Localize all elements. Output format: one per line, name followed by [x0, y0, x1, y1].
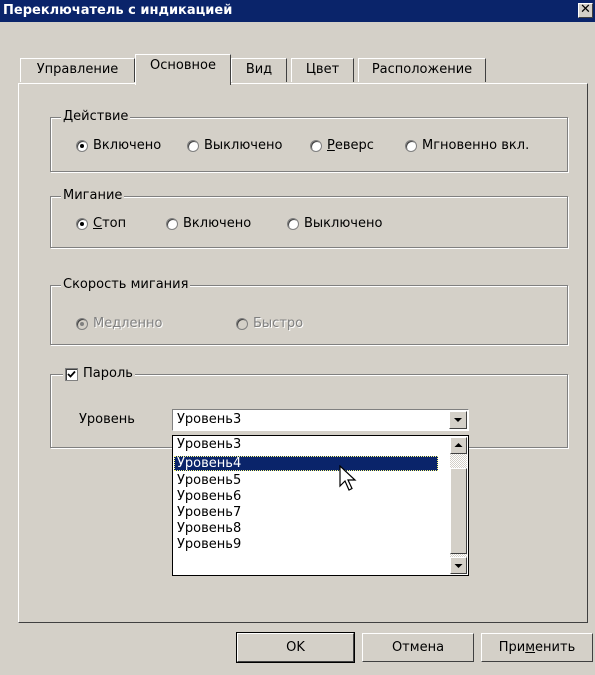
list-item-highlighted[interactable]: Уровень4 — [174, 456, 438, 471]
checkmark-icon — [67, 370, 76, 378]
radio-label: Медленно — [93, 316, 163, 331]
scroll-up-button[interactable] — [450, 437, 467, 454]
apply-label-rest: енить — [535, 640, 576, 655]
radio-button — [76, 317, 88, 330]
dialog-window: Переключатель с индикацией ✕ Управление … — [0, 0, 595, 675]
checkbox[interactable] — [65, 367, 78, 381]
chevron-down-icon — [454, 564, 463, 568]
level-label: Уровень — [79, 412, 135, 427]
dropdown-arrow-button[interactable] — [449, 411, 467, 429]
radio-label: Выключено — [304, 216, 383, 231]
title-bar[interactable]: Переключатель с индикацией ✕ — [0, 0, 595, 22]
radio-button[interactable] — [187, 139, 199, 152]
list-item[interactable]: Уровень8 — [174, 521, 241, 536]
close-icon[interactable]: ✕ — [578, 3, 593, 18]
radio-button[interactable] — [310, 139, 322, 152]
level-dropdown-list[interactable]: Уровень3 Уровень4 Уровень5 Уровень6 Уров… — [172, 435, 469, 576]
apply-button[interactable]: Применить — [481, 633, 593, 662]
radio-label: Быстро — [253, 316, 304, 331]
radio-action-momentary[interactable]: Мгновенно вкл. — [405, 138, 529, 153]
group-legend: Действие — [61, 109, 131, 125]
radio-blink-off[interactable]: Выключено — [287, 216, 382, 231]
cancel-button[interactable]: Отмена — [362, 633, 474, 662]
radio-action-off[interactable]: Выключено — [187, 138, 282, 153]
tab-view[interactable]: Вид — [231, 58, 287, 82]
checkbox-label: Пароль — [83, 366, 133, 381]
chevron-up-icon — [454, 443, 463, 447]
radio-button — [236, 317, 248, 330]
chevron-down-icon — [454, 418, 462, 422]
radio-label: Реверс — [327, 138, 374, 153]
radio-button[interactable] — [76, 139, 88, 152]
tab-main[interactable]: Основное — [135, 54, 231, 85]
group-legend: Мигание — [61, 188, 125, 204]
radio-speed-fast: Быстро — [236, 316, 303, 331]
window-title: Переключатель с индикацией — [3, 3, 233, 18]
tab-color[interactable]: Цвет — [291, 58, 354, 82]
level-select-value: Уровень3 — [177, 412, 242, 427]
list-item[interactable]: Уровень7 — [174, 505, 241, 520]
radio-label: Включено — [183, 216, 252, 231]
radio-speed-slow: Медленно — [76, 316, 162, 331]
radio-button[interactable] — [166, 217, 178, 230]
apply-label-mnemonic: м — [525, 640, 536, 655]
radio-button[interactable] — [287, 217, 299, 230]
tab-label: Основное — [150, 58, 216, 73]
list-item[interactable]: Уровень9 — [174, 537, 241, 552]
radio-action-reverse[interactable]: Реверс — [310, 138, 374, 153]
radio-blink-stop[interactable]: Стоп — [76, 216, 126, 231]
mouse-cursor-icon — [339, 465, 357, 491]
radio-blink-on[interactable]: Включено — [166, 216, 251, 231]
list-item[interactable]: Уровень3 — [174, 437, 241, 452]
tab-position[interactable]: Расположение — [358, 58, 486, 82]
tab-label: Вид — [245, 62, 273, 77]
vertical-scrollbar[interactable] — [450, 437, 467, 574]
tab-label: Расположение — [371, 62, 473, 77]
ok-button[interactable]: OK — [236, 632, 355, 663]
scroll-down-button[interactable] — [450, 557, 467, 574]
list-item[interactable]: Уровень5 — [174, 473, 241, 488]
password-checkbox[interactable]: Пароль — [63, 366, 135, 382]
apply-label: При — [498, 640, 526, 655]
tab-label: Управление — [36, 62, 119, 77]
radio-label: Стоп — [93, 216, 127, 231]
level-select[interactable]: Уровень3 — [172, 409, 469, 431]
blink-speed-group: Скорость мигания — [50, 277, 568, 345]
group-legend: Скорость мигания — [61, 277, 191, 293]
radio-button[interactable] — [76, 217, 88, 230]
radio-label: Включено — [93, 138, 162, 153]
radio-button[interactable] — [405, 139, 417, 152]
tab-control[interactable]: Управление — [20, 58, 135, 82]
tab-label: Цвет — [305, 62, 340, 77]
list-item[interactable]: Уровень6 — [174, 489, 241, 504]
radio-action-on[interactable]: Включено — [76, 138, 161, 153]
radio-label: Выключено — [204, 138, 283, 153]
scroll-thumb[interactable] — [450, 468, 467, 554]
radio-label: Мгновенно вкл. — [422, 138, 530, 153]
